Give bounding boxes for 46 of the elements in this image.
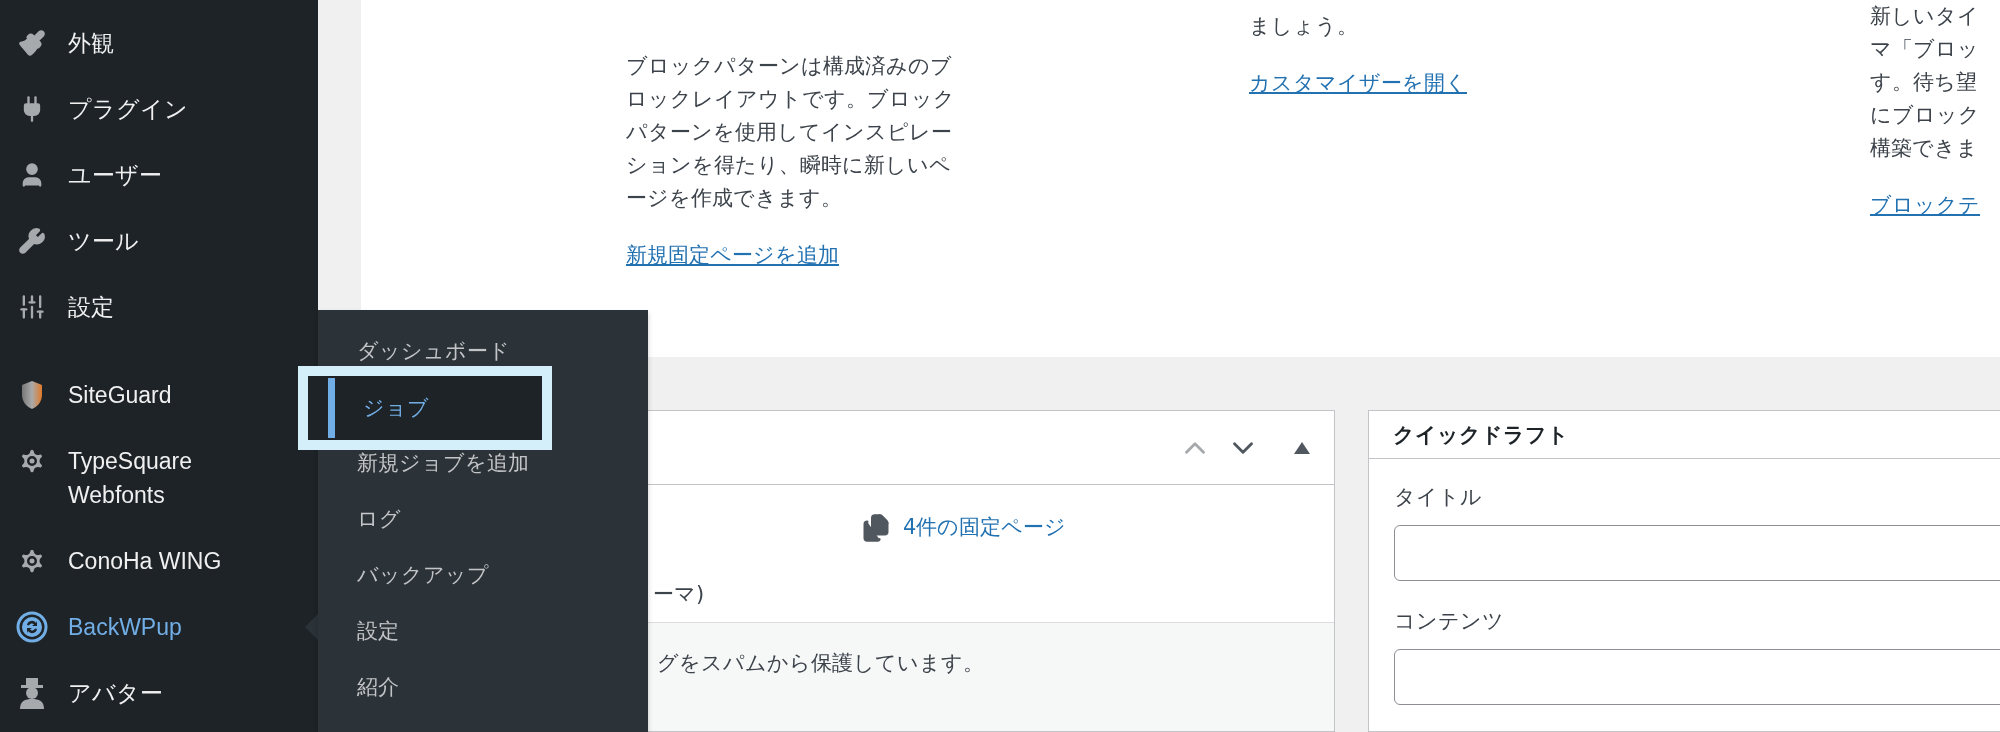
column-link[interactable]: ブロックテ bbox=[1870, 189, 1980, 222]
sidebar-item[interactable]: ConoHa WING bbox=[0, 528, 290, 594]
submenu-item[interactable]: ジョブ bbox=[363, 394, 429, 422]
submenu-item[interactable]: 紹介 bbox=[357, 673, 399, 701]
description-line: ションを得たり、瞬時に新しいペ bbox=[626, 152, 952, 179]
sidebar-item[interactable]: プラグイン bbox=[0, 76, 290, 142]
sliders-icon bbox=[18, 293, 46, 321]
active-bar bbox=[328, 378, 335, 438]
input-field[interactable] bbox=[1394, 649, 2000, 705]
sidebar-item[interactable]: SiteGuard bbox=[0, 362, 290, 428]
description-line: ブロックパターンは構成済みのブ bbox=[626, 53, 953, 80]
submenu-item[interactable]: ログ bbox=[357, 505, 401, 533]
submenu-item[interactable]: 設定 bbox=[357, 617, 399, 645]
spam-note: グをスパムから保護しています。 bbox=[657, 651, 984, 675]
description-line: 構築できま bbox=[1870, 135, 1979, 162]
sidebar-item[interactable]: 外観 bbox=[0, 10, 290, 76]
description-line: にブロック bbox=[1870, 102, 1981, 129]
brush-icon bbox=[18, 29, 46, 57]
collapse-icon[interactable] bbox=[1294, 441, 1310, 454]
submenu-item[interactable]: バックアップ bbox=[357, 561, 489, 589]
description-line: パターンを使用してインスピレー bbox=[626, 119, 953, 146]
sidebar-item[interactable]: 設定 bbox=[0, 274, 290, 340]
description-line: マ「ブロッ bbox=[1870, 36, 1980, 63]
pages-link[interactable]: 4件の固定ページ bbox=[903, 511, 1067, 544]
description-line: ロックレイアウトです。ブロック bbox=[626, 86, 956, 113]
sync-circle-icon bbox=[16, 611, 48, 643]
wrench-icon bbox=[18, 227, 46, 255]
column-link[interactable]: 新規固定ページを追加 bbox=[626, 239, 839, 272]
submenu-item[interactable]: 新規ジョブを追加 bbox=[357, 449, 529, 477]
shield-icon bbox=[21, 380, 43, 410]
pages-icon bbox=[861, 512, 891, 543]
column-link[interactable]: カスタマイザーを開く bbox=[1249, 67, 1467, 100]
input-field[interactable] bbox=[1394, 525, 2000, 581]
sidebar-item[interactable]: アバター bbox=[0, 660, 290, 726]
sidebar-item[interactable]: TypeSquare Webfonts bbox=[0, 428, 290, 528]
field-label: コンテンツ bbox=[1394, 608, 1505, 635]
description-line: ましょう。 bbox=[1249, 13, 1359, 40]
description-line: す。待ち望 bbox=[1870, 69, 1978, 96]
field-label: タイトル bbox=[1394, 484, 1483, 511]
description-line: ージを作成できます。 bbox=[626, 185, 843, 212]
submenu-item[interactable]: ダッシュボード bbox=[357, 337, 510, 365]
box-title: クイックドラフト bbox=[1393, 421, 1570, 449]
description-line: 新しいタイ bbox=[1870, 3, 1980, 30]
sidebar-item[interactable]: ユーザー bbox=[0, 142, 290, 208]
theme-text: ーマ) bbox=[652, 581, 706, 608]
sidebar-item[interactable]: ツール bbox=[0, 208, 290, 274]
